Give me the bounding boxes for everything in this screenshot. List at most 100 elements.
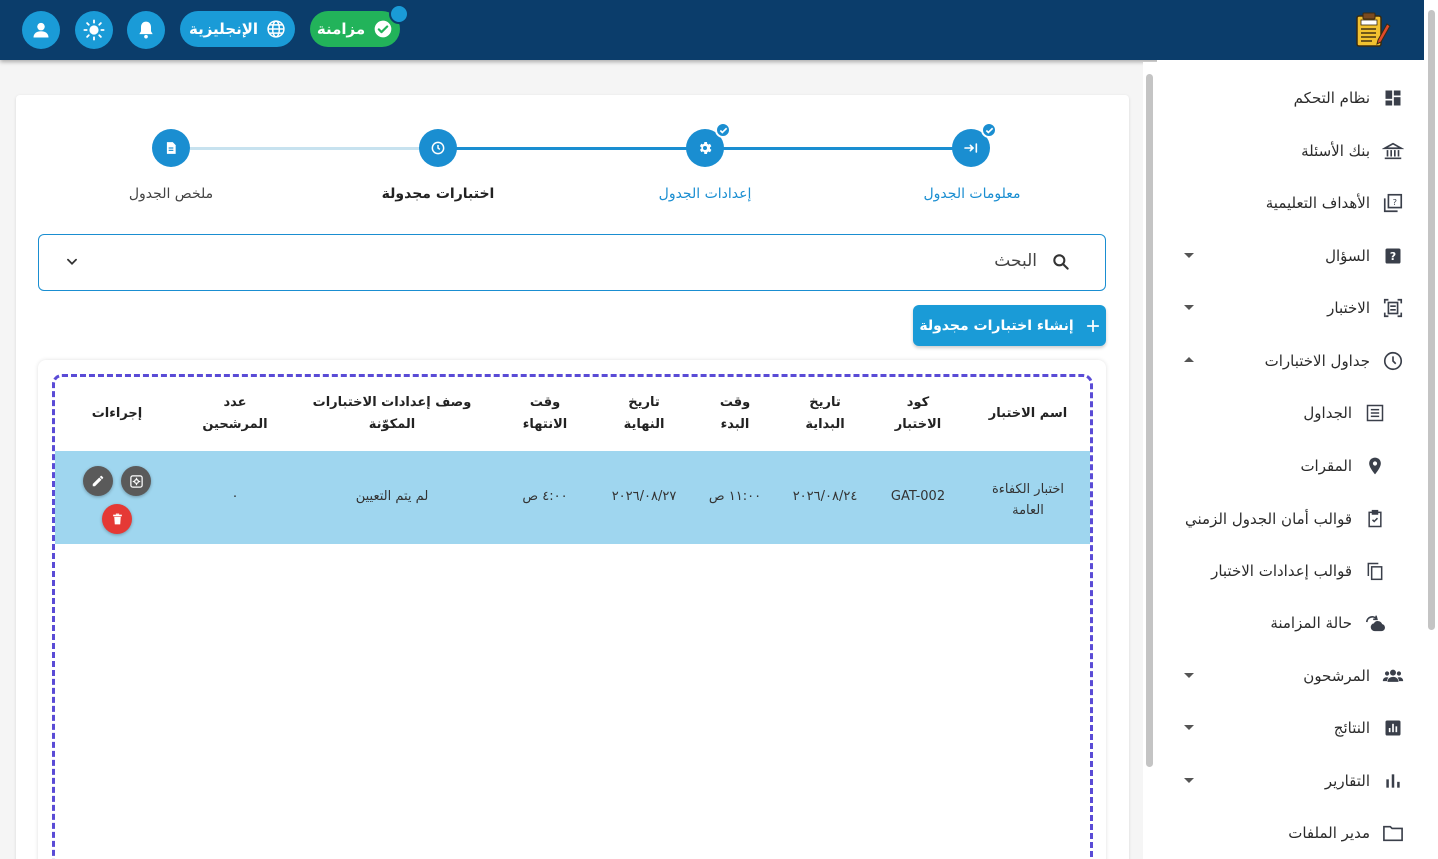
sidebar-item-label: المرشحون: [1303, 667, 1370, 685]
quiz-icon: ?: [1382, 192, 1404, 214]
results-expand-icon[interactable]: [1184, 725, 1194, 730]
sidebar-item-exam[interactable]: الاختبار: [1327, 293, 1404, 323]
reports-expand-icon[interactable]: [1184, 778, 1194, 783]
exam-expand-icon[interactable]: [1184, 305, 1194, 310]
table-highlight-border: [52, 374, 1093, 859]
page-scrollbar[interactable]: [1424, 0, 1438, 859]
sidebar-item-label: التقارير: [1324, 772, 1370, 790]
bar-chart-box-icon: [1382, 717, 1404, 739]
sidebar-item-label: جداول الاختبارات: [1264, 352, 1370, 370]
sidebar-item-question[interactable]: ? السؤال: [1325, 241, 1404, 271]
cell-start-date: ٢٠٢٦/٠٨/٢٤: [792, 489, 858, 504]
dashboard-icon: [1382, 87, 1404, 109]
cell-end-date: ٢٠٢٦/٠٨/٢٧: [611, 489, 677, 504]
sidebar-item-question-bank[interactable]: بنك الأسئلة: [1301, 136, 1404, 166]
check-circle-icon: [374, 20, 392, 38]
search-accordion[interactable]: البحث: [38, 234, 1106, 291]
sync-button[interactable]: مزامنة: [310, 11, 400, 47]
sidebar-item-results[interactable]: النتائج: [1334, 713, 1404, 743]
sidebar-item-file-manager[interactable]: مدير الملفات: [1288, 818, 1404, 848]
exam-schedules-collapse-icon[interactable]: [1184, 357, 1194, 362]
stepper-connector: [190, 147, 422, 150]
clock-icon: [1382, 350, 1404, 372]
gear-icon: [699, 142, 712, 154]
column-header-settings-description: وصف إعدادات الاختبارات المكوّنة: [312, 395, 472, 432]
sidebar-item-label: مدير الملفات: [1288, 824, 1370, 842]
sidebar-scrollbar[interactable]: [1143, 62, 1157, 859]
create-button-label: إنشاء اختبارات مجدولة: [919, 317, 1074, 334]
search-label: البحث: [994, 251, 1037, 271]
profile-button[interactable]: [22, 11, 60, 49]
arrow-right-to-line-icon: [964, 143, 978, 153]
language-button[interactable]: الإنجليزية: [180, 11, 295, 47]
sidebar-item-dashboard[interactable]: نظام التحكم: [1294, 83, 1404, 113]
sidebar-item-label: حالة المزامنة: [1270, 614, 1352, 632]
cloud-sync-icon: [1364, 612, 1386, 634]
sidebar-item-label: النتائج: [1333, 719, 1370, 737]
pencil-icon: [92, 475, 104, 487]
step-schedule-summary[interactable]: [152, 129, 190, 167]
sidebar-item-venues[interactable]: المقرات: [1300, 451, 1386, 481]
sidebar-item-schedules[interactable]: الجداول: [1303, 398, 1386, 428]
step-label: ملخص الجدول: [128, 186, 214, 202]
sidebar-item-label: المقرات: [1300, 457, 1352, 475]
user-icon: [33, 22, 49, 38]
top-app-bar: الإنجليزية مزامنة: [0, 0, 1424, 60]
column-header-end-time: وقت الانتهاء: [522, 395, 568, 432]
cell-exam-code: GAT-002: [890, 489, 946, 504]
sidebar-item-sync-status[interactable]: حالة المزامنة: [1270, 608, 1386, 638]
sidebar-item-exam-settings-templates[interactable]: قوالب إعدادات الاختبار: [1211, 556, 1386, 586]
sidebar-item-label: الاختبار: [1327, 299, 1370, 317]
settings-button[interactable]: [121, 466, 151, 496]
step-label: إعدادات الجدول: [658, 186, 752, 202]
page-scroll-thumb[interactable]: [1428, 10, 1435, 630]
column-header-end-date: تاريخ النهاية: [623, 395, 665, 432]
step-label-active: اختبارات مجدولة: [381, 186, 495, 202]
delete-button[interactable]: [102, 504, 132, 534]
notifications-button[interactable]: [127, 11, 165, 49]
column-header-start-date: تاريخ البداية: [805, 395, 845, 432]
step-scheduled-exams[interactable]: [419, 129, 457, 167]
sidebar-item-label: قوالب أمان الجدول الزمني: [1185, 510, 1352, 528]
globe-icon: [267, 20, 285, 38]
bank-icon: [1382, 140, 1404, 162]
sidebar-item-exam-schedules[interactable]: جداول الاختبارات: [1265, 346, 1404, 376]
cell-candidates-count: ٠: [231, 489, 239, 504]
create-scheduled-exams-button[interactable]: إنشاء اختبارات مجدولة: [913, 305, 1106, 346]
bar-chart-icon: [1382, 770, 1404, 792]
clipboard-check-icon: [1364, 508, 1386, 530]
location-pin-icon: [1364, 455, 1386, 477]
sidebar-item-schedule-security-templates[interactable]: قوالب أمان الجدول الزمني: [1185, 504, 1386, 534]
sidebar-item-reports[interactable]: التقارير: [1325, 766, 1404, 796]
help-box-icon: ?: [1382, 245, 1404, 267]
question-expand-icon[interactable]: [1184, 253, 1194, 258]
column-header-candidates-count: عدد المرشحين: [202, 395, 268, 432]
step-label: معلومات الجدول: [923, 186, 1021, 202]
search-icon: [1053, 254, 1069, 270]
sync-label: مزامنة: [316, 20, 366, 38]
cell-exam-name: اختبار الكفاءة العامة: [991, 482, 1065, 518]
sidebar-item-label: الأهداف التعليمية: [1265, 194, 1370, 212]
exam-frame-icon: [1382, 297, 1404, 319]
sidebar-scroll-thumb[interactable]: [1146, 74, 1153, 767]
sidebar-item-label: الجداول: [1303, 404, 1352, 422]
language-label: الإنجليزية: [188, 20, 259, 38]
sidebar-item-candidates[interactable]: المرشحون: [1303, 661, 1404, 691]
stepper-connector: [723, 147, 955, 150]
bell-icon: [139, 21, 153, 39]
column-header-exam-name: اسم الاختبار: [988, 406, 1068, 421]
sidebar-item-learning-objectives[interactable]: ? الأهداف التعليمية: [1266, 188, 1404, 218]
clock-icon: [431, 141, 445, 155]
sync-status-dot: [389, 4, 409, 24]
candidates-expand-icon[interactable]: [1184, 673, 1194, 678]
cell-end-time: ٤:٠٠ ص: [522, 489, 568, 504]
sidebar-item-label: قوالب إعدادات الاختبار: [1211, 562, 1352, 580]
chevron-down-icon[interactable]: [65, 255, 79, 269]
list-alt-icon: [1364, 402, 1386, 424]
edit-button[interactable]: [83, 466, 113, 496]
theme-toggle-button[interactable]: [75, 11, 113, 49]
cell-start-time: ١١:٠٠ ص: [708, 489, 762, 504]
stepper-connector: [456, 147, 688, 150]
step-complete-check-icon: [715, 122, 731, 138]
sidebar-item-label: نظام التحكم: [1293, 89, 1370, 107]
